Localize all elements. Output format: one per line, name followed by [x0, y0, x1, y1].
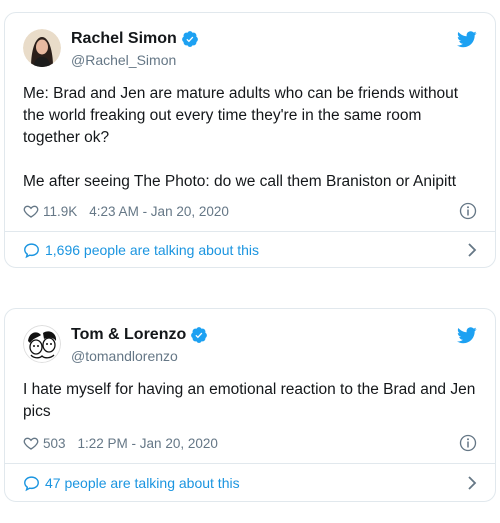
chevron-right-icon[interactable] [467, 476, 477, 490]
timestamp[interactable]: 4:23 AM - Jan 20, 2020 [89, 204, 229, 219]
divider [5, 231, 495, 232]
twitter-bird-icon[interactable] [457, 31, 477, 48]
avatar[interactable] [23, 29, 61, 67]
twitter-bird-icon[interactable] [457, 327, 477, 344]
tweet-meta: 11.9K 4:23 AM - Jan 20, 2020 [23, 201, 477, 221]
talking-about-link[interactable]: 47 people are talking about this [23, 472, 477, 494]
avatar-photo-icon [23, 29, 61, 67]
info-icon[interactable] [459, 202, 477, 220]
tweet-meta: 503 1:22 PM - Jan 20, 2020 [23, 433, 477, 453]
verified-badge-icon [191, 327, 208, 343]
avatar[interactable] [23, 325, 61, 363]
display-name[interactable]: Rachel Simon [71, 29, 177, 49]
speech-bubble-icon [24, 242, 39, 258]
tweet-text: Me: Brad and Jen are mature adults who c… [23, 83, 477, 193]
handle[interactable]: @Rachel_Simon [71, 51, 199, 69]
tweet-header: Tom & Lorenzo @tomandlorenzo [23, 323, 477, 367]
chevron-right-icon[interactable] [467, 243, 477, 257]
tweet-card[interactable]: Rachel Simon @Rachel_Simon Me: Brad and … [4, 12, 496, 268]
talking-about-link[interactable]: 1,696 people are talking about this [23, 239, 477, 261]
tweet-paragraph: Me after seeing The Photo: do we call th… [23, 173, 457, 190]
tweet-header: Rachel Simon @Rachel_Simon [23, 27, 477, 71]
tweet-text: I hate myself for having an emotional re… [23, 379, 477, 423]
handle[interactable]: @tomandlorenzo [71, 347, 208, 365]
verified-badge-icon [181, 31, 198, 47]
tweet-card[interactable]: Tom & Lorenzo @tomandlorenzo I hate myse… [4, 308, 496, 502]
heart-icon[interactable] [23, 203, 39, 219]
talking-count-label[interactable]: 1,696 people are talking about this [45, 242, 259, 258]
speech-bubble-icon [24, 475, 39, 491]
like-count[interactable]: 11.9K [43, 204, 77, 219]
avatar-illustration-icon [23, 325, 61, 363]
tweet-paragraph: I hate myself for having an emotional re… [23, 381, 476, 420]
timestamp[interactable]: 1:22 PM - Jan 20, 2020 [78, 436, 218, 451]
like-count[interactable]: 503 [43, 436, 66, 451]
divider [5, 463, 495, 464]
talking-count-label[interactable]: 47 people are talking about this [45, 475, 240, 491]
tweet-paragraph: Me: Brad and Jen are mature adults who c… [23, 85, 459, 146]
display-name[interactable]: Tom & Lorenzo [71, 325, 186, 345]
heart-icon[interactable] [23, 435, 39, 451]
info-icon[interactable] [459, 434, 477, 452]
